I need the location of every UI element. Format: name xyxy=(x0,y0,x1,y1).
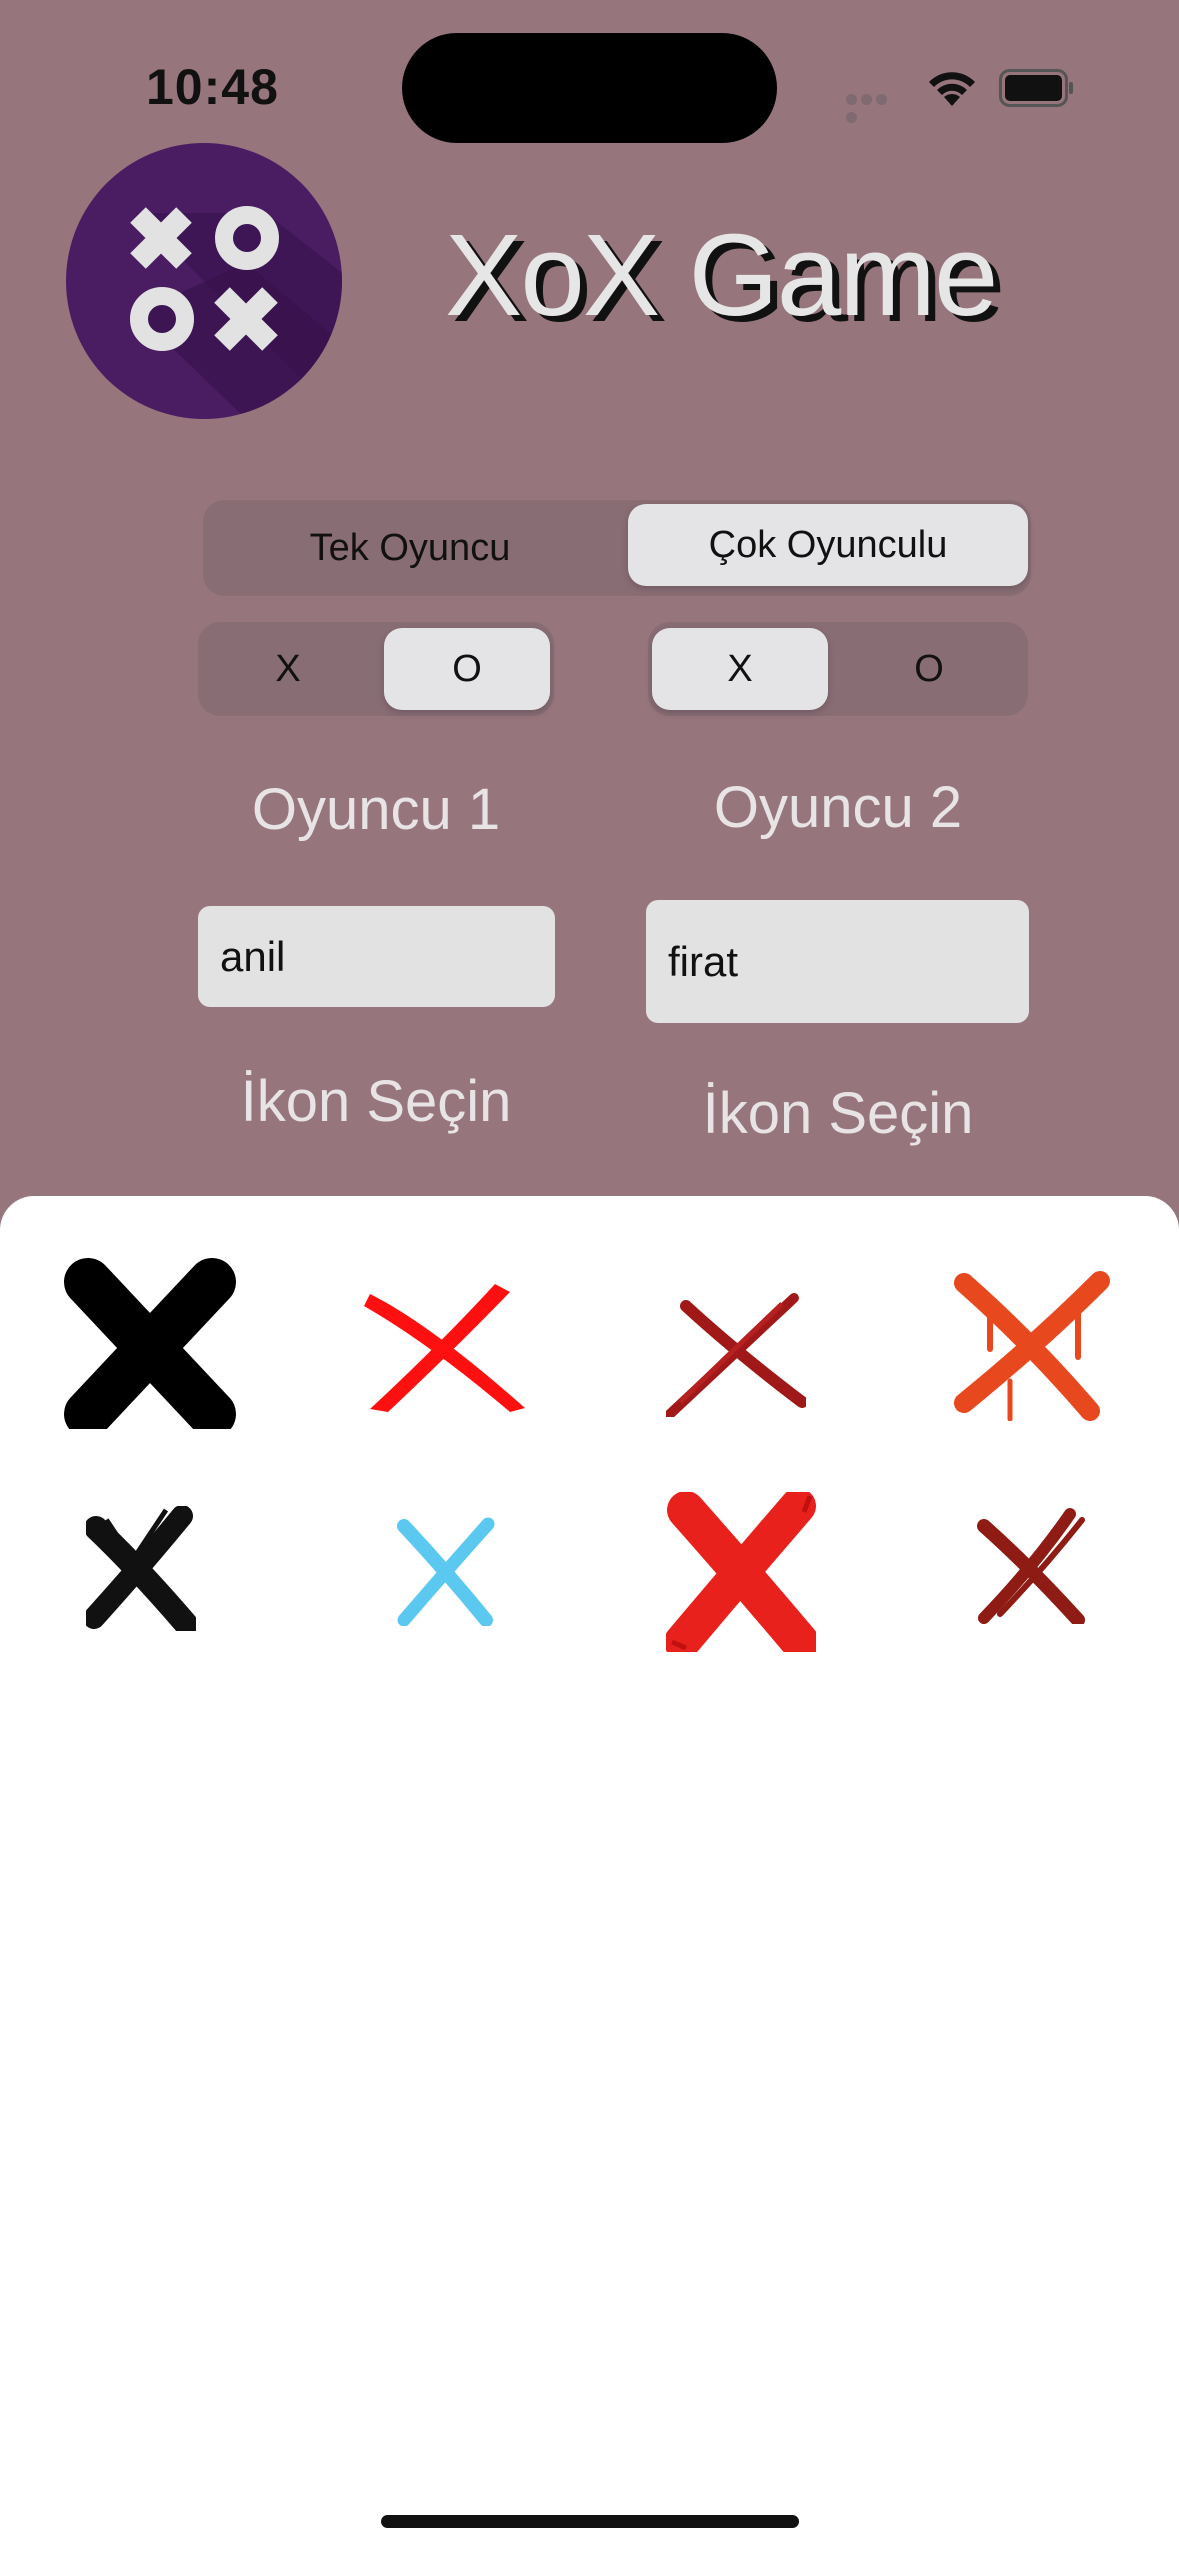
player1-symbol-control[interactable]: X O xyxy=(198,622,554,716)
home-indicator[interactable] xyxy=(381,2515,799,2528)
player2-symbol-control[interactable]: X O xyxy=(648,622,1028,716)
player2-icon-prompt: İkon Seçin xyxy=(702,1081,974,1146)
blue-x-icon xyxy=(397,1517,495,1627)
red-brush-x-icon xyxy=(364,1284,525,1412)
player2-label: Oyuncu 2 xyxy=(713,775,963,840)
player2-symbol-o[interactable]: O xyxy=(834,622,1024,716)
status-time: 10:48 xyxy=(146,59,279,115)
player1-label: Oyuncu 1 xyxy=(251,777,501,842)
orange-drip-x-icon xyxy=(954,1271,1110,1422)
mode-segmented-control[interactable]: Tek Oyuncu Çok Oyunculu xyxy=(203,500,1031,596)
icon-option-2[interactable] xyxy=(360,1274,530,1414)
cellular-signal-icon xyxy=(846,92,904,123)
icon-option-1[interactable] xyxy=(60,1254,240,1500)
battery-icon xyxy=(999,69,1073,107)
red-paint-x-icon xyxy=(664,1488,819,1661)
bold-black-x-icon xyxy=(60,1258,240,1500)
wifi-icon xyxy=(929,72,975,106)
icon-option-5[interactable] xyxy=(83,1505,198,1636)
player1-symbol-x[interactable]: X xyxy=(198,622,378,716)
dark-red-scratch-x-icon xyxy=(665,1293,808,1419)
player2-symbol-x[interactable]: X xyxy=(652,628,828,710)
player2-name-field[interactable]: firat xyxy=(646,900,1029,1023)
icon-option-3[interactable] xyxy=(665,1292,808,1419)
page-title: XoX Game xyxy=(445,210,998,340)
maroon-x-icon xyxy=(977,1508,1085,1627)
mode-option-single[interactable]: Tek Oyuncu xyxy=(203,500,617,596)
mode-option-multi[interactable]: Çok Oyunculu xyxy=(628,504,1028,586)
icon-option-6[interactable] xyxy=(396,1516,496,1627)
player1-name-field[interactable]: anil xyxy=(198,906,555,1007)
icon-option-7[interactable] xyxy=(664,1488,819,1661)
icon-option-8[interactable] xyxy=(974,1506,1088,1627)
player1-icon-prompt: İkon Seçin xyxy=(240,1069,512,1134)
icon-option-4[interactable] xyxy=(950,1271,1110,1422)
dynamic-island xyxy=(402,33,777,143)
player1-symbol-o[interactable]: O xyxy=(384,628,550,710)
app-logo xyxy=(66,143,342,419)
black-brush-x-icon xyxy=(83,1505,198,1636)
icon-picker-sheet xyxy=(0,1196,1179,2556)
xo-logo-icon xyxy=(130,206,342,419)
